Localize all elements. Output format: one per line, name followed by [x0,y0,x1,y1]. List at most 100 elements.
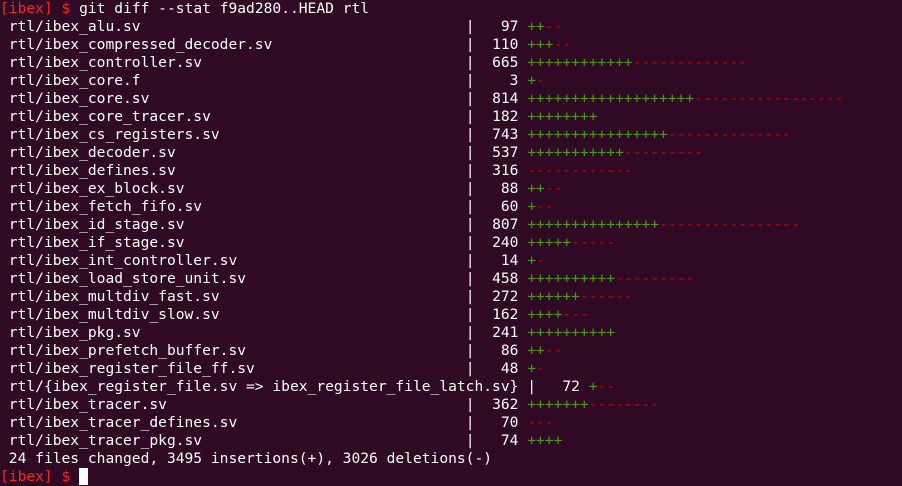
path-padding [141,72,466,89]
change-count: 665 [492,54,519,71]
insertions-graph: ++++++++++ [527,270,616,287]
insertions-graph: +++++++++++++++ [527,216,660,233]
file-path: rtl/ibex_core.f [8,72,141,89]
deletions-graph: ---------------- [659,216,800,233]
diffstat-row: rtl/ibex_ex_block.sv | 88 ++-- [0,180,902,198]
deletions-graph: -- [544,180,563,197]
diffstat-row: rtl/ibex_alu.sv | 97 ++-- [0,18,902,36]
change-count: 814 [492,90,519,107]
count-padding [474,324,492,341]
active-prompt-line[interactable]: [ibex] $ [0,468,902,486]
path-padding [202,432,466,449]
change-count: 362 [492,396,519,413]
diffstat-row: rtl/ibex_tracer_pkg.sv | 74 ++++ [0,432,902,450]
diffstat-row: rtl/ibex_pkg.sv | 241 ++++++++++ [0,324,902,342]
insertions-graph: ++++++ [527,288,580,305]
count-padding [474,432,500,449]
diffstat-row: rtl/ibex_register_file_ff.sv | 48 +- [0,360,902,378]
change-count: 110 [492,36,519,53]
path-padding [518,378,527,395]
insertions-graph: +++++++++++++++++++ [527,90,695,107]
insertions-graph: + [527,72,537,89]
command-text: git diff --stat f9ad280..HEAD rtl [79,0,370,17]
deletions-graph: -- [597,378,616,395]
prompt-host: [ibex] [0,468,53,485]
path-padding [255,360,466,377]
diffstat-row: rtl/ibex_controller.sv | 665 +++++++++++… [0,54,902,72]
count-padding [536,378,562,395]
count-padding [475,252,501,269]
file-path: rtl/ibex_register_file_ff.sv [8,360,255,377]
count-padding [474,270,492,287]
count-padding [475,414,501,431]
insertions-graph: ++ [527,342,545,359]
count-padding [474,198,500,215]
file-path: rtl/ibex_decoder.sv [8,144,176,161]
diffstat-row: rtl/ibex_defines.sv | 316 ------------ [0,162,902,180]
insertions-graph: +++ [527,36,554,53]
count-padding [474,306,492,323]
file-path: rtl/ibex_cs_registers.sv [8,126,220,143]
insertions-graph: ++++ [527,306,563,323]
file-path: rtl/ibex_compressed_decoder.sv [8,36,273,53]
terminal-window[interactable]: [ibex] $ git diff --stat f9ad280..HEAD r… [0,0,902,486]
change-count: 86 [500,342,519,359]
insertions-graph: ++++++++++++++++ [527,126,668,143]
deletions-graph: - [536,252,545,269]
path-padding [220,288,466,305]
diffstat-row: rtl/ibex_if_stage.sv | 240 +++++----- [0,234,902,252]
command-line: [ibex] $ git diff --stat f9ad280..HEAD r… [0,0,902,18]
change-count: 70 [500,414,519,431]
change-count: 60 [500,198,519,215]
path-padding [237,414,465,431]
file-path: rtl/ibex_controller.sv [8,54,203,71]
deletions-graph: - [536,360,545,377]
count-padding [475,216,493,233]
file-path: rtl/ibex_prefetch_buffer.sv [8,342,247,359]
path-padding [272,36,465,53]
diffstat-row: rtl/ibex_load_store_unit.sv | 458 ++++++… [0,270,902,288]
path-padding [141,18,466,35]
terminal-cursor [79,468,89,485]
diffstat-row: rtl/ibex_core.f | 3 +- [0,72,902,90]
deletions-graph: ----- [571,234,616,251]
insertions-graph: + [527,360,537,377]
file-path: rtl/ibex_defines.sv [8,162,176,179]
count-padding [474,162,492,179]
deletions-graph: --------- [615,270,695,287]
count-padding [474,360,500,377]
count-padding [474,342,500,359]
count-padding [474,144,492,161]
diffstat-row: rtl/ibex_decoder.sv | 537 +++++++++++---… [0,144,902,162]
path-padding [185,216,466,233]
path-padding [141,324,466,341]
file-path: rtl/ibex_tracer_defines.sv [8,414,238,431]
deletions-graph: -- [544,342,563,359]
diffstat-row: rtl/ibex_cs_registers.sv | 743 +++++++++… [0,126,902,144]
count-padding [475,90,493,107]
deletions-graph: --- [527,414,554,431]
insertions-graph: + [588,378,598,395]
file-path: rtl/ibex_if_stage.sv [8,234,185,251]
path-padding [202,198,466,215]
change-count: 807 [492,216,519,233]
count-padding [475,234,493,251]
file-path: rtl/ibex_ex_block.sv [8,180,185,197]
prompt-host: [ibex] [0,0,53,17]
insertions-graph: ++ [527,180,545,197]
path-padding [237,252,465,269]
count-padding [474,396,492,413]
count-padding [474,18,500,35]
insertions-graph: ++++++++++ [527,324,616,341]
change-count: 14 [500,252,519,269]
insertions-graph: ++++ [527,432,563,449]
count-padding [474,54,492,71]
change-count: 743 [492,126,519,143]
file-path: rtl/ibex_pkg.sv [8,324,141,341]
diffstat-row: rtl/ibex_tracer_defines.sv | 70 --- [0,414,902,432]
diffstat-row: rtl/ibex_id_stage.sv | 807 +++++++++++++… [0,216,902,234]
diffstat-row: rtl/ibex_fetch_fifo.sv | 60 +-- [0,198,902,216]
diffstat-row: rtl/ibex_compressed_decoder.sv | 110 +++… [0,36,902,54]
column-separator: | [465,414,475,431]
path-padding [185,234,466,251]
